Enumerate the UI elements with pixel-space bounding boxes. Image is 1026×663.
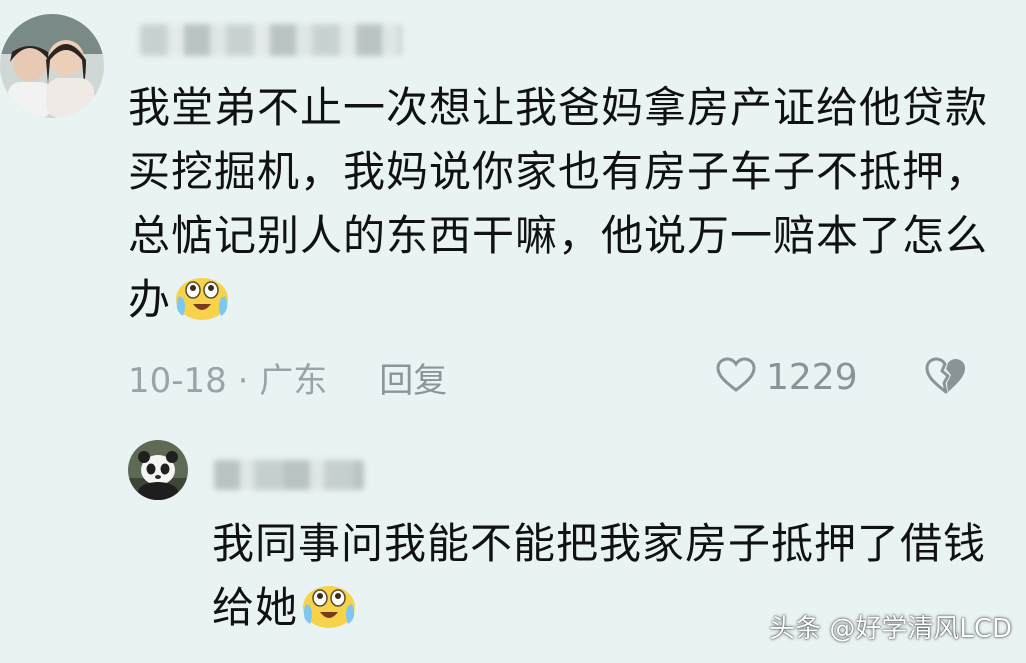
broken-heart-icon[interactable] bbox=[924, 357, 968, 400]
dislike-button[interactable] bbox=[924, 356, 968, 400]
reply-button[interactable]: 回复 bbox=[379, 353, 447, 402]
crying-laughing-emoji-icon bbox=[302, 584, 356, 648]
like-button[interactable]: 1229 bbox=[716, 352, 858, 402]
comment-text: 我堂弟不止一次想让我爸妈拿房产证给他贷款买挖掘机，我妈说你家也有房子车子不抵押，… bbox=[128, 76, 998, 340]
heart-outline-icon[interactable] bbox=[716, 357, 756, 397]
crying-laughing-emoji-icon bbox=[175, 276, 229, 340]
username-blurred[interactable] bbox=[140, 24, 402, 56]
comment-body: 我堂弟不止一次想让我爸妈拿房产证给他贷款买挖掘机，我妈说你家也有房子车子不抵押，… bbox=[128, 83, 989, 324]
user-avatar[interactable] bbox=[0, 14, 104, 118]
comment-meta: 10-18 · 广东 回复 bbox=[128, 352, 447, 402]
reply-user-avatar[interactable] bbox=[128, 440, 188, 500]
reply-username-blurred[interactable] bbox=[214, 460, 364, 490]
date-location: 10-18 · 广东 bbox=[128, 360, 328, 401]
watermark: 头条 @好学清风LCD bbox=[769, 614, 1012, 644]
like-count: 1229 bbox=[766, 356, 858, 398]
